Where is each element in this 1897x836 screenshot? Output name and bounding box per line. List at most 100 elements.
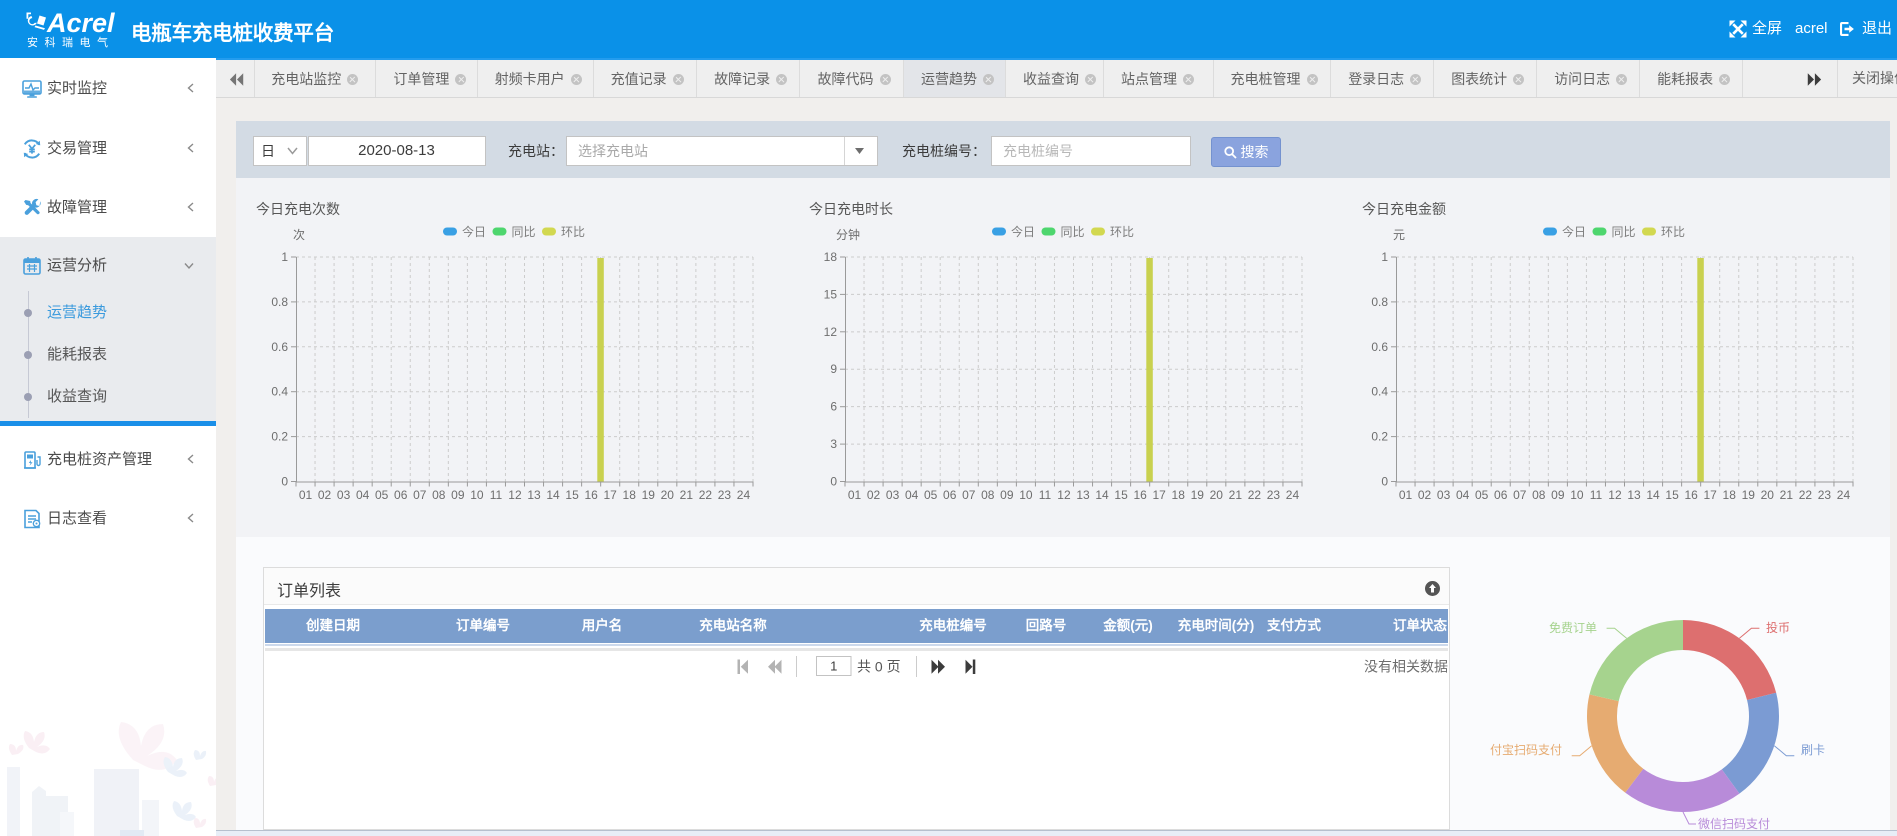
svg-text:06: 06: [394, 488, 408, 502]
svg-text:创建日期: 创建日期: [305, 617, 360, 633]
svg-text:07: 07: [1513, 488, 1527, 502]
svg-text:20: 20: [1761, 488, 1775, 502]
svg-text:21: 21: [680, 488, 694, 502]
svg-text:今日充电金额: 今日充电金额: [1362, 201, 1446, 217]
svg-text:今日: 今日: [1011, 224, 1035, 239]
svg-text:24: 24: [1286, 488, 1300, 502]
svg-text:环比: 环比: [1661, 225, 1685, 239]
svg-text:11: 11: [1039, 488, 1052, 502]
svg-text:09: 09: [1000, 488, 1014, 502]
svg-text:18: 18: [1172, 488, 1186, 502]
svg-text:08: 08: [981, 488, 995, 502]
svg-text:9: 9: [830, 362, 837, 376]
svg-text:04: 04: [905, 488, 919, 502]
svg-text:今日: 今日: [1562, 224, 1586, 239]
svg-text:10: 10: [1570, 488, 1584, 502]
svg-text:08: 08: [1532, 488, 1546, 502]
svg-text:22: 22: [1799, 488, 1813, 502]
svg-text:24: 24: [1837, 488, 1851, 502]
svg-text:05: 05: [375, 488, 389, 502]
svg-text:18: 18: [1723, 488, 1737, 502]
svg-text:14: 14: [546, 488, 560, 502]
svg-text:17: 17: [604, 488, 618, 502]
svg-text:0.6: 0.6: [271, 340, 288, 354]
svg-text:04: 04: [356, 488, 370, 502]
svg-text:12: 12: [508, 488, 522, 502]
svg-text:支付方式: 支付方式: [1266, 617, 1321, 633]
svg-text:今日: 今日: [462, 224, 486, 239]
svg-text:14: 14: [1646, 488, 1660, 502]
svg-text:22: 22: [1248, 488, 1262, 502]
svg-text:20: 20: [1210, 488, 1224, 502]
svg-text:17: 17: [1153, 488, 1167, 502]
svg-text:02: 02: [318, 488, 332, 502]
svg-text:同比: 同比: [1612, 225, 1636, 239]
svg-text:15: 15: [565, 488, 579, 502]
svg-text:06: 06: [943, 488, 957, 502]
svg-text:用户名: 用户名: [582, 617, 623, 633]
svg-text:付宝扫码支付: 付宝扫码支付: [1490, 743, 1562, 757]
svg-text:12: 12: [824, 325, 838, 339]
svg-text:充电桩编号: 充电桩编号: [919, 617, 987, 633]
svg-text:0: 0: [1381, 475, 1388, 489]
svg-text:15: 15: [1665, 488, 1679, 502]
svg-text:订单编号: 订单编号: [456, 617, 510, 633]
svg-text:01: 01: [848, 488, 862, 502]
svg-text:0.4: 0.4: [271, 385, 288, 399]
svg-text:0.2: 0.2: [271, 430, 288, 444]
svg-text:19: 19: [1191, 488, 1205, 502]
svg-text:0.6: 0.6: [1371, 340, 1388, 354]
svg-text:05: 05: [924, 488, 938, 502]
svg-text:06: 06: [1494, 488, 1508, 502]
svg-text:07: 07: [962, 488, 976, 502]
svg-text:01: 01: [299, 488, 313, 502]
svg-text:14: 14: [1095, 488, 1109, 502]
svg-text:金额(元): 金额(元): [1102, 617, 1153, 633]
svg-text:15: 15: [1114, 488, 1128, 502]
svg-text:没有相关数据: 没有相关数据: [1364, 659, 1448, 675]
svg-text:05: 05: [1475, 488, 1489, 502]
svg-text:12: 12: [1608, 488, 1622, 502]
svg-text:6: 6: [830, 400, 837, 414]
svg-text:18: 18: [824, 250, 838, 264]
svg-text:09: 09: [1551, 488, 1565, 502]
svg-text:今日充电时长: 今日充电时长: [809, 201, 893, 217]
svg-text:环比: 环比: [1110, 225, 1134, 239]
svg-text:回路号: 回路号: [1026, 617, 1067, 633]
svg-text:03: 03: [1437, 488, 1451, 502]
svg-text:07: 07: [413, 488, 427, 502]
svg-text:免费订单: 免费订单: [1549, 620, 1597, 635]
svg-text:18: 18: [623, 488, 637, 502]
svg-text:20: 20: [661, 488, 675, 502]
svg-text:1: 1: [281, 250, 288, 264]
svg-text:24: 24: [737, 488, 751, 502]
svg-text:15: 15: [824, 287, 838, 301]
svg-text:13: 13: [1627, 488, 1641, 502]
svg-text:13: 13: [1076, 488, 1090, 502]
svg-text:16: 16: [1133, 488, 1147, 502]
svg-text:共 0 页: 共 0 页: [857, 659, 901, 675]
svg-text:16: 16: [584, 488, 598, 502]
svg-text:分钟: 分钟: [836, 227, 860, 242]
svg-text:23: 23: [1818, 488, 1832, 502]
svg-text:同比: 同比: [1061, 225, 1085, 239]
svg-text:订单状态: 订单状态: [1393, 617, 1447, 633]
svg-text:环比: 环比: [561, 225, 585, 239]
svg-text:04: 04: [1456, 488, 1470, 502]
svg-text:11: 11: [1590, 488, 1603, 502]
svg-text:23: 23: [718, 488, 732, 502]
svg-text:充电站名称: 充电站名称: [699, 617, 767, 633]
svg-text:次: 次: [293, 228, 305, 242]
svg-text:1: 1: [830, 659, 837, 674]
svg-text:0.8: 0.8: [271, 295, 288, 309]
svg-text:19: 19: [1742, 488, 1756, 502]
svg-text:0.2: 0.2: [1371, 430, 1388, 444]
svg-text:08: 08: [432, 488, 446, 502]
svg-text:02: 02: [1418, 488, 1432, 502]
svg-text:今日充电次数: 今日充电次数: [256, 201, 340, 217]
svg-text:16: 16: [1684, 488, 1698, 502]
svg-text:21: 21: [1229, 488, 1243, 502]
svg-text:元: 元: [1393, 228, 1405, 242]
svg-text:03: 03: [337, 488, 351, 502]
svg-text:10: 10: [1019, 488, 1033, 502]
